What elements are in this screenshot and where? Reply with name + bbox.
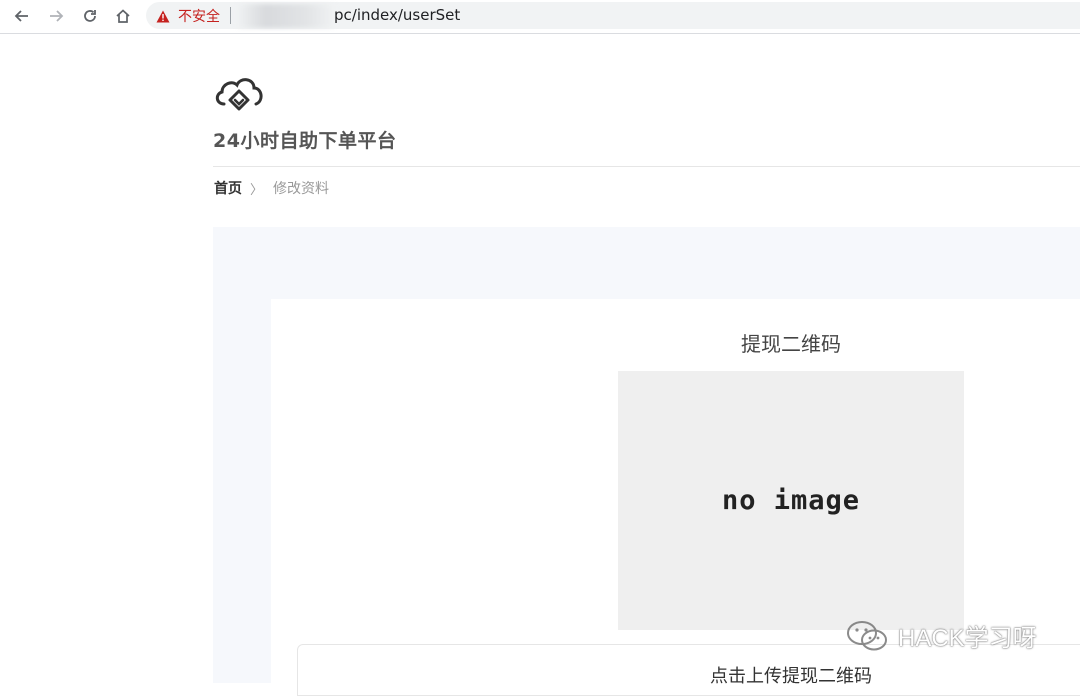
address-bar[interactable]: 不安全 pc/index/userSet [146,2,1080,29]
header-divider [213,166,1080,167]
reload-icon [84,10,96,22]
home-button[interactable] [111,4,135,28]
watermark: HACK学习呀 [846,618,1037,653]
reload-button[interactable] [78,4,102,28]
qr-section-title: 提现二维码 [741,332,841,356]
browser-toolbar: 不安全 pc/index/userSet [0,0,1080,34]
qr-image-preview[interactable]: no image [618,371,964,630]
breadcrumb-home-link[interactable]: 首页 [214,178,242,198]
security-indicator[interactable]: 不安全 [156,6,220,26]
upload-qr-label: 点击上传提现二维码 [710,666,872,687]
breadcrumb-current: 修改资料 [273,181,330,197]
security-label: 不安全 [178,9,220,25]
address-separator [230,7,231,24]
cloud-logo-icon[interactable] [212,72,266,114]
arrow-left-icon [14,10,28,22]
breadcrumb: 首页 〉 修改资料 [214,178,329,198]
home-icon [116,9,130,23]
watermark-text: HACK学习呀 [898,625,1037,652]
redacted-domain [236,4,336,28]
breadcrumb-separator: 〉 [250,182,264,198]
no-image-placeholder: no image [721,485,861,516]
url-text[interactable]: pc/index/userSet [334,6,460,24]
arrow-right-icon [50,10,64,22]
wechat-icon [847,620,887,650]
forward-button[interactable] [44,4,68,28]
site-title: 24小时自助下单平台 [213,130,397,152]
back-button[interactable] [10,4,34,28]
warning-triangle-icon [156,10,170,22]
